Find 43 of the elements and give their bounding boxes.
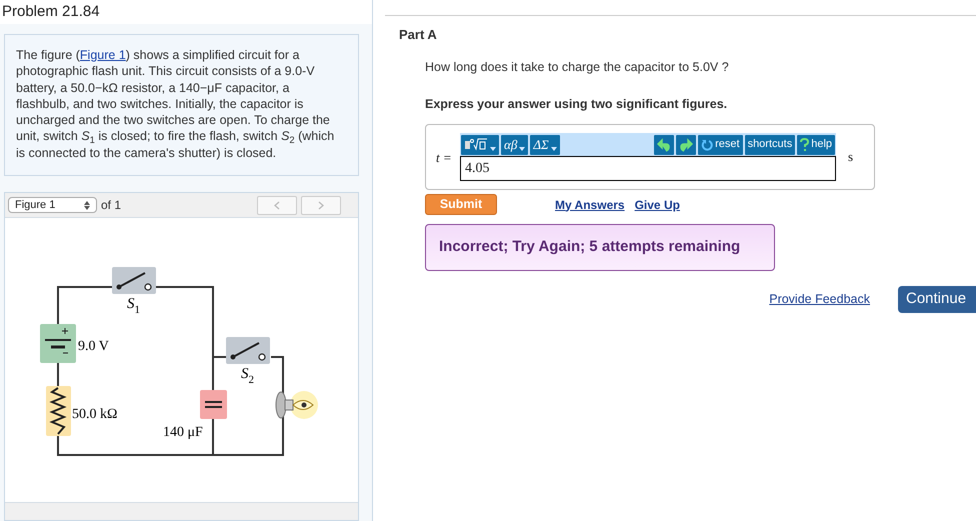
template-icon [464,138,488,151]
capacitor-drawing [200,390,227,420]
reset-button[interactable]: reset [698,134,743,154]
my-answers-link[interactable]: My Answers [555,196,625,214]
symbols-button[interactable]: ΔΣ [530,134,560,154]
battery-label: 9.0 V [78,339,109,354]
shortcuts-button[interactable]: shortcuts [744,134,796,154]
resistor-drawing [46,386,71,436]
instruction-text: Express your answer using two significant figures. [425,97,728,111]
redo-icon [679,138,694,152]
figure-select[interactable]: Figure 1 [8,197,97,214]
question-text: How long does it take to charge the capacitor to 5.0V ? [425,60,729,74]
unit-label: s [848,148,854,166]
figure-link[interactable]: Figure 1 [80,48,126,62]
help-button[interactable]: help [797,134,835,154]
figure-count: of 1 [101,197,122,214]
chevron-left-icon [274,200,280,210]
question-mark-icon [800,138,810,152]
part-title: Part A [399,27,437,42]
flashbulb-drawing [276,391,318,420]
undo-button[interactable] [654,134,674,154]
stepper-icon [84,200,90,210]
continue-button[interactable]: Continue [898,286,976,313]
resistor-label: 50.0 kΩ [72,407,118,422]
switch-drawing [226,337,270,364]
answer-field[interactable]: 4.05 [460,156,836,181]
symbols-button[interactable]: αβ [501,134,528,154]
feedback-message: Incorrect; Try Again; 5 attempts remaining [425,224,775,271]
problem-description: The figure (Figure 1) shows a simplified circuit for a photographic flash unit. This circuit consists of a 9.0-V battery, a 50.0−kΩ resistor, a 140−μF capacitor, a flashbulb, and two switches. Initially, the capacitor is uncharged and the two switches are open. To charge the unit, switch S$_{1}$ is closed; to fire the flash, switch S$_{2}$ (which is connected to the camera's shutter) is closed. [16,47,336,162]
redo-button[interactable] [676,134,696,154]
variable-label: t = [436,149,453,168]
give-up-link[interactable]: Give Up [634,196,680,214]
battery-drawing [40,324,76,364]
chevron-right-icon [318,200,324,210]
undo-icon [657,138,672,152]
reset-icon [701,138,714,150]
templates-button[interactable] [461,134,499,154]
capacitor-label: 140 μF [163,425,203,440]
switch-drawing [112,267,156,294]
problem-title: Problem 21.84 [2,3,100,20]
switch-label: S$_{2}$ [241,366,254,386]
switch-label: S$_{1}$ [127,296,140,316]
provide-feedback-link[interactable]: Provide Feedback [769,290,870,309]
